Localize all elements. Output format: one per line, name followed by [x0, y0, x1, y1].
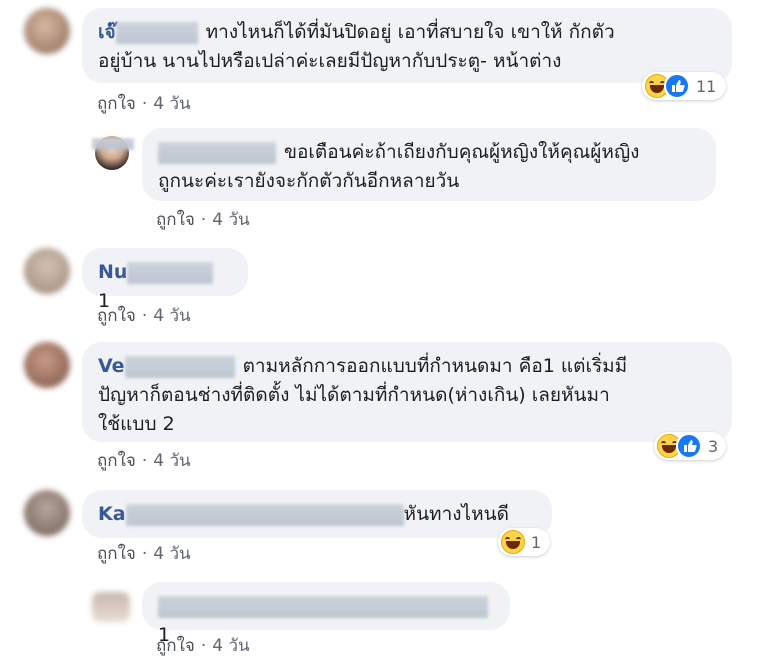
reactions-summary[interactable]: 11 — [642, 72, 726, 100]
comment-text-line: ถูกนะค่ะเรายังจะกักตัวกันอีกหลายวัน — [158, 170, 460, 192]
commenter-name[interactable]: เจ๊ — [98, 21, 116, 43]
reaction-count: 1 — [531, 532, 542, 552]
comment-bubble: เจ๊ ทางไหนก็ได้ที่มันปิดอยู่ เอาที่สบายใจ… — [82, 8, 732, 83]
avatar[interactable] — [24, 248, 70, 294]
reactions-summary[interactable]: 1 — [498, 528, 550, 556]
reply-bubble: ขอเตือนค่ะถ้าเถียงกับคุณผู้หญิงให้คุณผู้… — [142, 128, 716, 201]
comment-meta: ถูกใจ · 4 วัน — [156, 636, 250, 656]
timestamp[interactable]: 4 วัน — [153, 451, 190, 471]
avatar[interactable] — [92, 592, 130, 622]
like-link[interactable]: ถูกใจ — [97, 544, 136, 564]
redacted-name — [115, 21, 198, 44]
like-reaction-icon — [664, 73, 690, 99]
avatar[interactable] — [24, 342, 70, 388]
timestamp[interactable]: 4 วัน — [212, 210, 249, 230]
like-link[interactable]: ถูกใจ — [97, 451, 136, 471]
comment-text: หันทางไหนดี — [403, 503, 509, 525]
reaction-count: 3 — [708, 436, 719, 456]
like-reaction-icon — [676, 433, 702, 459]
timestamp[interactable]: 4 วัน — [153, 94, 190, 114]
comment-text-line: ใช้แบบ 2 — [98, 413, 175, 435]
redacted-name — [125, 503, 404, 526]
haha-reaction-icon — [501, 530, 525, 554]
avatar[interactable] — [24, 8, 70, 54]
avatar[interactable] — [24, 490, 70, 536]
commenter-name[interactable]: Ka — [98, 503, 126, 525]
comment-meta: ถูกใจ · 4 วัน — [97, 451, 191, 471]
redacted-avatar-strip — [92, 138, 134, 150]
reactions-summary[interactable]: 3 — [654, 432, 726, 460]
redacted-name — [124, 355, 235, 378]
commenter-name[interactable]: Nu — [98, 261, 127, 283]
timestamp[interactable]: 4 วัน — [153, 544, 190, 564]
comment-text-line: ทางไหนก็ได้ที่มันปิดอยู่ เอาที่สบายใจ เข… — [205, 21, 615, 43]
comment-text-line: ตามหลักการออกแบบที่กำหนดมา คือ1 แต่เริ่ม… — [242, 355, 628, 377]
comment-meta: ถูกใจ · 4 วัน — [97, 306, 191, 326]
comment-bubble: Ve ตามหลักการออกแบบที่กำหนดมา คือ1 แต่เริ… — [82, 342, 732, 442]
comment-meta: ถูกใจ · 4 วัน — [156, 210, 250, 230]
commenter-name[interactable]: Ve — [98, 355, 125, 377]
reply-bubble: 1 — [142, 582, 510, 646]
comment-meta: ถูกใจ · 4 วัน — [97, 94, 191, 114]
comment-text-line: อยู่บ้าน นานไปหรือเปล่าค่ะเลยมีปัญหากับป… — [98, 50, 562, 72]
comment-text-line: ขอเตือนค่ะถ้าเถียงกับคุณผู้หญิงให้คุณผู้… — [284, 141, 640, 163]
redacted-name — [158, 141, 276, 164]
like-link[interactable]: ถูกใจ — [97, 94, 136, 114]
timestamp[interactable]: 4 วัน — [153, 306, 190, 326]
comment-bubble: Nu1 — [82, 248, 248, 312]
redacted-name — [127, 261, 214, 284]
comment-bubble: Ka หันทางไหนดี — [82, 490, 552, 538]
like-link[interactable]: ถูกใจ — [156, 210, 195, 230]
redacted-name — [158, 595, 488, 618]
like-link[interactable]: ถูกใจ — [156, 636, 195, 656]
comment-text-line: ปัญหาก็ตอนช่างที่ติดตั้ง ไม่ได้ตามที่กำห… — [98, 384, 610, 406]
like-link[interactable]: ถูกใจ — [97, 306, 136, 326]
comment-meta: ถูกใจ · 4 วัน — [97, 544, 191, 564]
timestamp[interactable]: 4 วัน — [212, 636, 249, 656]
reaction-count: 11 — [696, 76, 717, 96]
